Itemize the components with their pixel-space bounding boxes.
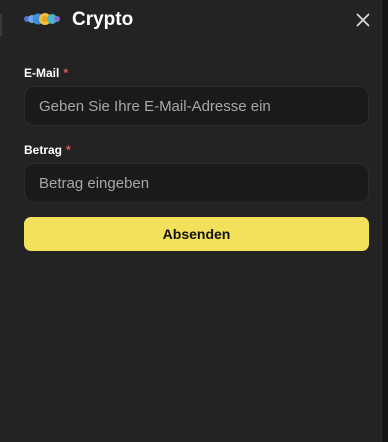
panel-edge-shadow (382, 0, 388, 442)
submit-button[interactable]: Absenden (24, 217, 369, 251)
amount-label: Betrag * (24, 143, 71, 157)
amount-label-text: Betrag (24, 143, 63, 157)
email-label-text: E-Mail (24, 66, 60, 80)
amount-field[interactable] (24, 163, 369, 203)
crypto-panel: Crypto E-Mail* Betrag* Absenden (0, 0, 382, 442)
amount-required-mark: * (66, 143, 71, 157)
email-field[interactable] (24, 86, 369, 126)
close-icon[interactable] (353, 10, 373, 30)
panel-header: Crypto (0, 0, 382, 40)
email-label: E-Mail * (24, 66, 68, 80)
email-required-mark: * (63, 66, 69, 80)
crypto-coins-logo-icon (24, 13, 60, 25)
panel-title: Crypto (72, 9, 134, 30)
